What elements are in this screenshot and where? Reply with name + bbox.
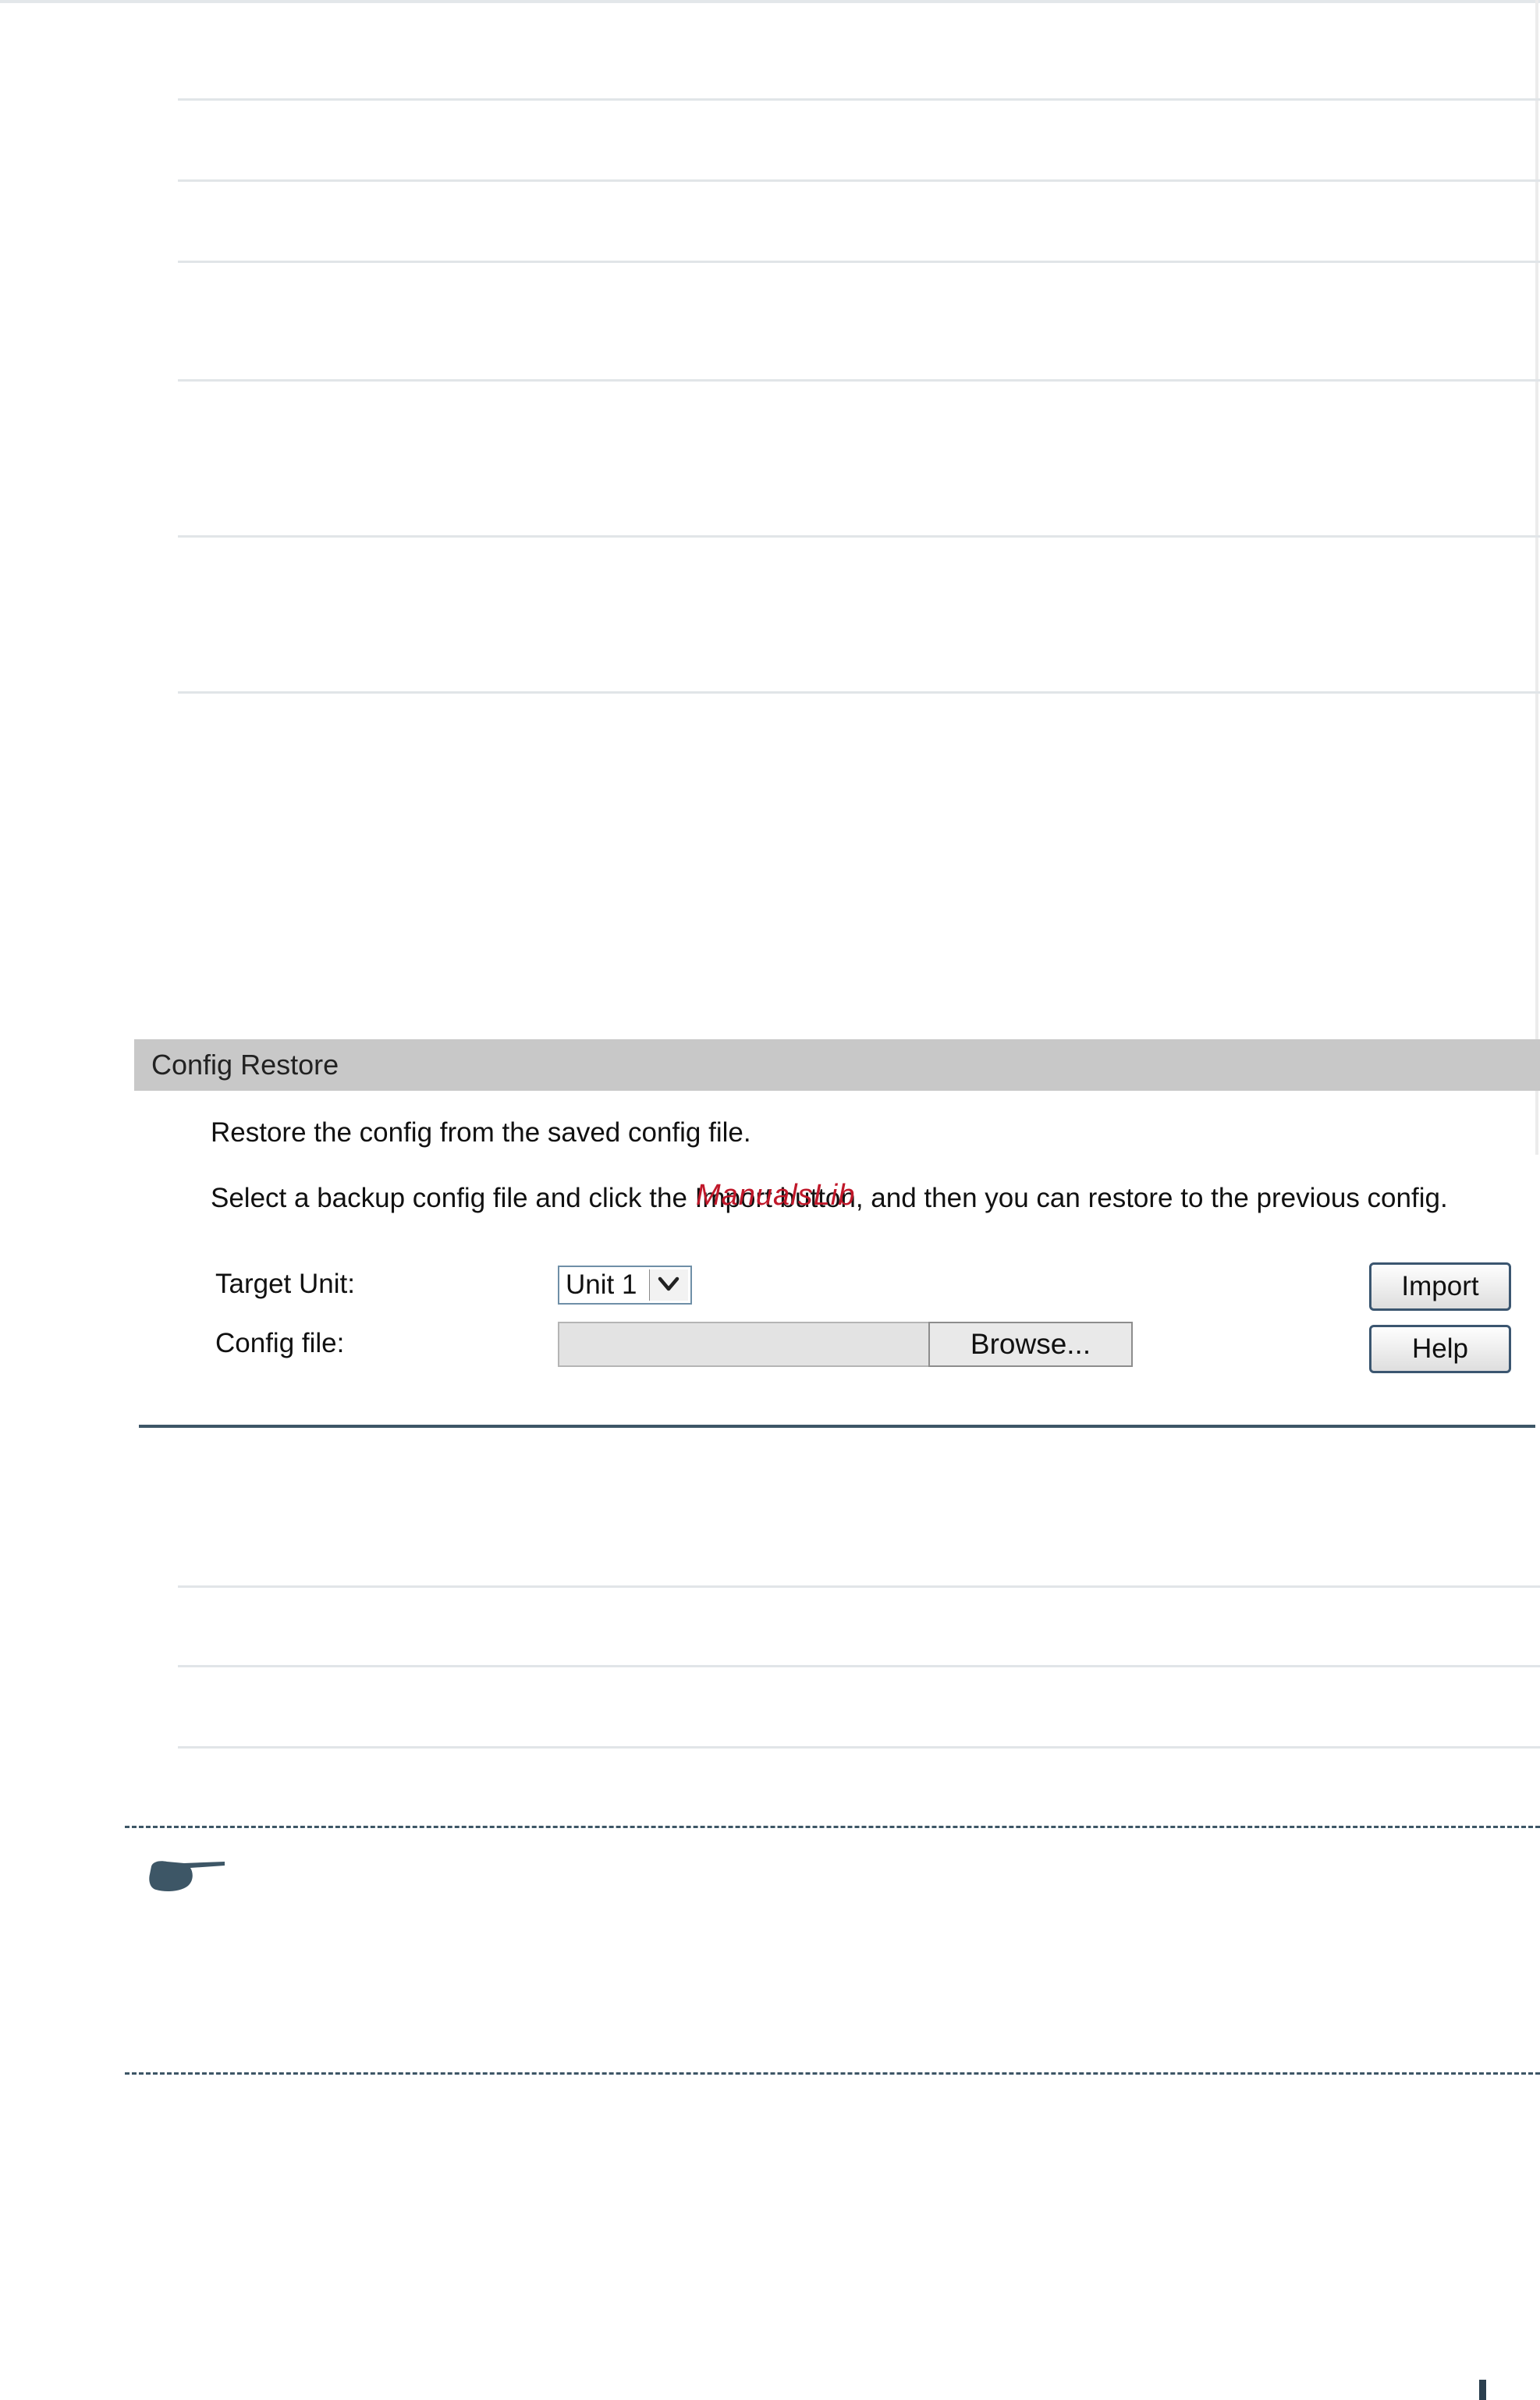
table-rule — [178, 1585, 1540, 1588]
table-rule — [178, 98, 1540, 101]
table-rule — [178, 179, 1540, 182]
import-button[interactable]: Import — [1369, 1262, 1511, 1311]
table-rule — [178, 261, 1540, 263]
page-edge — [1535, 0, 1538, 1155]
help-button[interactable]: Help — [1369, 1325, 1511, 1373]
target-unit-select[interactable]: Unit 1 — [558, 1266, 692, 1305]
config-restore-header: Config Restore — [134, 1039, 1540, 1091]
pointing-hand-icon — [147, 1857, 228, 1898]
target-unit-value: Unit 1 — [566, 1269, 637, 1300]
note-top-divider — [125, 1826, 1540, 1828]
table-rule — [178, 535, 1540, 538]
note-bottom-divider — [125, 2072, 1540, 2075]
chevron-down-icon[interactable] — [649, 1269, 688, 1301]
target-unit-label: Target Unit: — [215, 1269, 355, 1299]
table-rule — [178, 1746, 1540, 1749]
watermark-text: ManualsLib — [696, 1179, 856, 1212]
table-rule — [178, 691, 1540, 694]
panel-bottom-rule — [139, 1425, 1535, 1428]
page-corner-mark — [1479, 2380, 1486, 2400]
browse-button[interactable]: Browse... — [928, 1322, 1133, 1367]
config-file-input[interactable] — [558, 1322, 931, 1367]
table-rule — [178, 379, 1540, 382]
restore-description: Restore the config from the saved config… — [211, 1117, 751, 1148]
config-file-label: Config file: — [215, 1328, 345, 1358]
top-border — [0, 0, 1540, 3]
table-rule — [178, 1665, 1540, 1667]
panel-title: Config Restore — [151, 1049, 339, 1081]
